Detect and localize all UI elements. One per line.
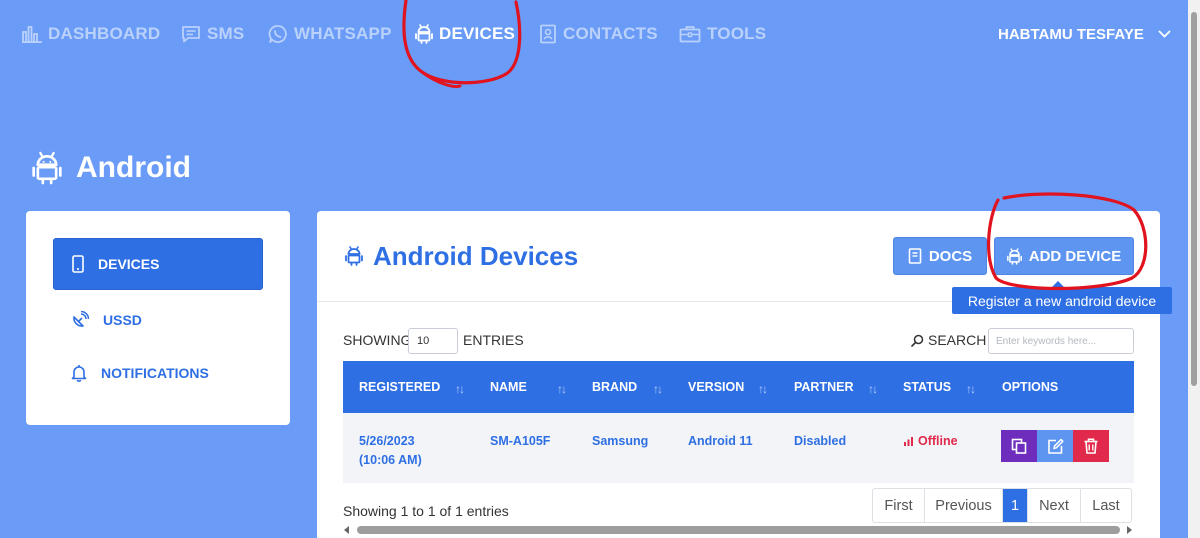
- android-icon: [345, 246, 363, 266]
- cell-registered: 5/26/2023 (10:06 AM): [359, 434, 422, 467]
- user-name: HABTAMU TESFAYE: [998, 25, 1144, 43]
- toolbox-icon: [679, 26, 701, 43]
- pagination: First Previous 1 Next Last: [872, 488, 1132, 523]
- showing-label: SHOWING: [343, 332, 412, 348]
- page-title-text: Android: [76, 151, 191, 184]
- page-current-button[interactable]: 1: [1003, 489, 1028, 522]
- user-menu[interactable]: HABTAMU TESFAYE: [998, 22, 1171, 46]
- devices-card: Android Devices DOCS ADD DEVICE SHOWING …: [317, 211, 1160, 538]
- page-last-button[interactable]: Last: [1081, 489, 1131, 522]
- chevron-down-icon: [1158, 30, 1171, 38]
- column-header-registered[interactable]: REGISTERED: [359, 361, 440, 413]
- android-icon: [415, 24, 433, 44]
- column-header-status[interactable]: STATUS: [903, 361, 951, 413]
- nav-label: DASHBOARD: [48, 24, 161, 43]
- mobile-icon: [72, 255, 84, 273]
- android-icon: [32, 151, 62, 185]
- nav-tools[interactable]: TOOLS: [679, 22, 766, 46]
- nav-sms[interactable]: SMS: [181, 22, 244, 46]
- page-next-button[interactable]: Next: [1028, 489, 1081, 522]
- satellite-icon: [73, 311, 89, 327]
- sort-icon[interactable]: ↑↓: [868, 382, 878, 396]
- edit-icon: [1047, 438, 1064, 454]
- book-icon: [908, 248, 922, 264]
- contact-card-icon: [540, 24, 556, 44]
- sidebar-card: DEVICES USSD NOTIFICATIONS: [26, 211, 290, 425]
- nav-whatsapp[interactable]: WHATSAPP: [268, 22, 392, 46]
- scrollbar-thumb[interactable]: [357, 526, 1120, 534]
- nav-devices[interactable]: DEVICES: [415, 22, 515, 46]
- nav-label: CONTACTS: [563, 24, 658, 43]
- cell-version: Android 11: [688, 434, 753, 448]
- delete-button[interactable]: [1073, 430, 1109, 462]
- whatsapp-icon: [268, 25, 287, 43]
- sidebar-item-ussd[interactable]: USSD: [53, 294, 263, 346]
- add-device-button[interactable]: ADD DEVICE: [994, 237, 1134, 275]
- nav-label: DEVICES: [439, 24, 516, 43]
- sort-icon[interactable]: ↑↓: [758, 382, 768, 396]
- column-header-partner[interactable]: PARTNER: [794, 361, 854, 413]
- top-nav: DASHBOARD SMS WHATSAPP DEVICES CONTACTS …: [0, 0, 1188, 66]
- sidebar-item-label: DEVICES: [98, 256, 160, 272]
- cell-partner: Disabled: [794, 434, 847, 448]
- page-first-button[interactable]: First: [873, 489, 925, 522]
- search-label: SEARCH: [911, 332, 986, 348]
- column-header-version[interactable]: VERSION: [688, 361, 744, 413]
- nav-label: SMS: [207, 24, 245, 43]
- sort-icon[interactable]: ↑↓: [653, 382, 663, 396]
- search-label-text: SEARCH: [928, 332, 987, 348]
- nav-label: WHATSAPP: [294, 24, 392, 43]
- scrollbar-thumb[interactable]: [1191, 12, 1197, 386]
- sidebar-item-label: NOTIFICATIONS: [101, 365, 209, 381]
- cell-status: Offline: [904, 432, 958, 451]
- copy-button[interactable]: [1001, 430, 1037, 462]
- column-header-brand[interactable]: BRAND: [592, 361, 637, 413]
- cell-brand: Samsung: [592, 434, 649, 448]
- scroll-right-icon[interactable]: [1125, 526, 1133, 534]
- copy-icon: [1011, 438, 1027, 454]
- sidebar-item-devices[interactable]: DEVICES: [53, 238, 263, 290]
- bell-icon: [71, 365, 87, 382]
- message-icon: [182, 26, 200, 43]
- horizontal-scrollbar[interactable]: [343, 524, 1134, 536]
- nav-dashboard[interactable]: DASHBOARD: [22, 22, 160, 46]
- search-input[interactable]: [988, 328, 1134, 354]
- cell-name: SM-A105F: [490, 434, 551, 448]
- sidebar-item-label: USSD: [103, 312, 142, 328]
- edit-button[interactable]: [1037, 430, 1073, 462]
- table-header: REGISTERED ↑↓ NAME ↑↓ BRAND ↑↓ VERSION ↑…: [343, 361, 1134, 413]
- trash-icon: [1084, 438, 1098, 454]
- table-row: 5/26/2023 (10:06 AM) SM-A105F Samsung An…: [343, 413, 1134, 483]
- add-device-button-label: ADD DEVICE: [1028, 247, 1122, 265]
- docs-button-label: DOCS: [928, 247, 973, 265]
- sort-icon[interactable]: ↑↓: [557, 382, 567, 396]
- page-previous-button[interactable]: Previous: [925, 489, 1003, 522]
- entries-count-input[interactable]: [408, 328, 458, 354]
- row-options: [1001, 430, 1109, 462]
- card-title: Android Devices: [345, 239, 578, 273]
- table-info: Showing 1 to 1 of 1 entries: [343, 503, 509, 519]
- docs-button[interactable]: DOCS: [893, 237, 987, 275]
- card-title-text: Android Devices: [373, 240, 579, 271]
- sort-icon[interactable]: ↑↓: [455, 382, 465, 396]
- sidebar-item-notifications[interactable]: NOTIFICATIONS: [53, 347, 263, 399]
- sort-icon[interactable]: ↑↓: [966, 382, 976, 396]
- column-header-options: OPTIONS: [1002, 380, 1059, 394]
- add-device-tooltip: Register a new android device: [952, 281, 1172, 314]
- nav-contacts[interactable]: CONTACTS: [539, 22, 658, 46]
- page-title: Android: [32, 146, 191, 190]
- vertical-scrollbar[interactable]: [1188, 0, 1200, 538]
- android-icon: [1006, 247, 1022, 265]
- bar-chart-icon: [22, 26, 42, 43]
- status-text: Offline: [918, 434, 958, 448]
- column-header-name[interactable]: NAME: [490, 361, 527, 413]
- entries-label: ENTRIES: [463, 332, 524, 348]
- nav-label: TOOLS: [707, 24, 767, 43]
- signal-bars-icon: [904, 437, 913, 446]
- scroll-left-icon[interactable]: [343, 526, 351, 534]
- search-icon: [911, 334, 924, 347]
